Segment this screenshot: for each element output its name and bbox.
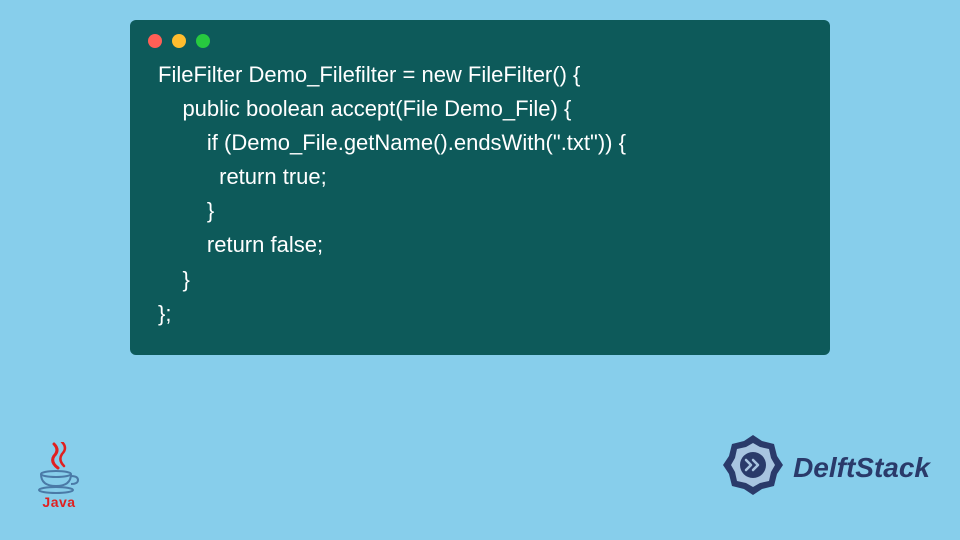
- window-controls: [130, 34, 830, 58]
- code-line: }: [158, 194, 802, 228]
- code-line: };: [158, 297, 802, 331]
- delftstack-logo-text: DelftStack: [793, 452, 930, 484]
- delftstack-badge-icon: [717, 429, 789, 506]
- code-line: FileFilter Demo_Filefilter = new FileFil…: [158, 58, 802, 92]
- java-steam-icon: [44, 442, 74, 470]
- code-line: }: [158, 263, 802, 297]
- java-logo: Java: [38, 442, 80, 510]
- code-line: return true;: [158, 160, 802, 194]
- close-icon[interactable]: [148, 34, 162, 48]
- code-window: FileFilter Demo_Filefilter = new FileFil…: [130, 20, 830, 355]
- code-block: FileFilter Demo_Filefilter = new FileFil…: [130, 58, 830, 331]
- delftstack-logo: DelftStack: [717, 429, 930, 506]
- maximize-icon[interactable]: [196, 34, 210, 48]
- java-cup-icon: [38, 470, 80, 496]
- code-line: if (Demo_File.getName().endsWith(".txt")…: [158, 126, 802, 160]
- code-line: public boolean accept(File Demo_File) {: [158, 92, 802, 126]
- code-line: return false;: [158, 228, 802, 262]
- java-logo-text: Java: [42, 494, 75, 510]
- minimize-icon[interactable]: [172, 34, 186, 48]
